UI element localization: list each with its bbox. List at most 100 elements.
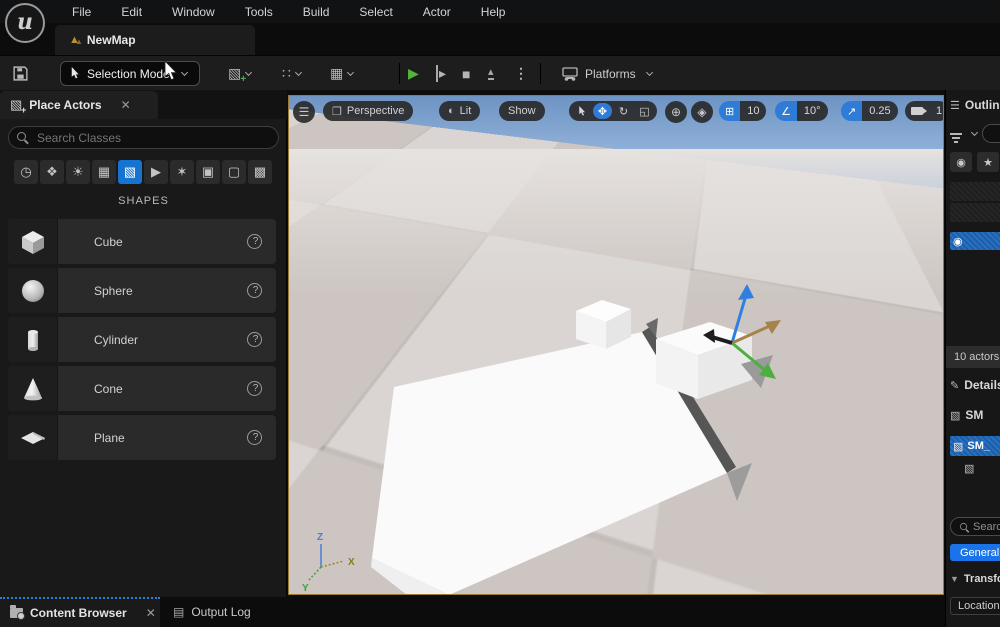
category-animation-icon[interactable]: ▶ <box>144 160 168 184</box>
show-dropdown[interactable]: Show <box>499 101 545 121</box>
outliner-row[interactable] <box>950 203 1000 222</box>
grid-snap-icon: ⊞ <box>719 101 741 121</box>
frame-skip-button[interactable]: ▸ <box>436 56 446 91</box>
details-search-input[interactable]: Search <box>950 517 1000 536</box>
surface-snapping-button[interactable]: ◈ <box>691 101 713 123</box>
output-log-icon: ▤ <box>173 605 185 619</box>
level-tab-label: NewMap <box>86 33 136 47</box>
save-button[interactable] <box>12 56 29 91</box>
menu-select[interactable]: Select <box>345 2 406 22</box>
level-viewport[interactable]: Z X Y ☰ ❐ Perspective ◐ Lit Show ✥ ↻ ◱ ⊕… <box>288 95 944 595</box>
category-basic-icon[interactable]: ❖ <box>40 160 64 184</box>
rotate-tool-button[interactable]: ↻ <box>614 103 633 119</box>
help-icon[interactable] <box>247 381 263 397</box>
scale-snap-control[interactable]: ↗ 0.25 <box>841 101 898 121</box>
chevron-down-icon[interactable] <box>970 128 979 136</box>
shape-item-cylinder[interactable]: Cylinder <box>8 317 276 362</box>
unreal-logo[interactable]: u <box>5 3 45 43</box>
shapes-section-label: SHAPES <box>118 195 169 207</box>
platforms-dropdown[interactable]: Platforms <box>562 56 653 91</box>
outliner-row-selected[interactable]: ◉ <box>950 232 1000 250</box>
shape-item-sphere[interactable]: Sphere <box>8 268 276 313</box>
viewport-options-button[interactable]: ☰ <box>293 101 315 123</box>
menu-tools[interactable]: Tools <box>231 2 287 22</box>
tab-newmap[interactable]: ▲ NewMap <box>55 25 255 55</box>
help-icon[interactable] <box>247 234 263 250</box>
general-button[interactable]: General <box>950 544 1000 561</box>
menu-actor[interactable]: Actor <box>409 2 465 22</box>
place-actors-tab-strip: ▧ Place Actors ✕ <box>0 90 287 119</box>
blueprints-button[interactable]: ∷ <box>282 56 302 91</box>
grid-snap-value: 10 <box>740 101 767 121</box>
close-icon[interactable]: ✕ <box>146 606 156 620</box>
close-icon[interactable]: ✕ <box>121 98 131 112</box>
lit-label: Lit <box>459 105 472 117</box>
menu-build[interactable]: Build <box>289 2 344 22</box>
static-mesh-label: SM <box>965 408 984 422</box>
help-icon[interactable] <box>247 332 263 348</box>
rotation-snap-control[interactable]: ∠ 10° <box>775 101 828 121</box>
shape-label: Sphere <box>94 283 133 298</box>
perspective-dropdown[interactable]: ❐ Perspective <box>323 101 414 121</box>
menu-edit[interactable]: Edit <box>107 2 156 22</box>
grid-snap-control[interactable]: ⊞ 10 <box>719 101 767 121</box>
category-all-classes-icon[interactable]: ▩ <box>248 160 272 184</box>
world-space-button[interactable]: ⊕ <box>665 101 687 123</box>
pinned-column-star-icon[interactable]: ★ <box>977 152 999 172</box>
selection-mode-dropdown[interactable]: Selection Mode <box>60 56 200 91</box>
camera-speed-value: 1 <box>929 101 943 121</box>
content-browser-tab[interactable]: Content Browser ✕ <box>0 597 160 627</box>
toolbar-separator <box>540 63 541 84</box>
filter-icon[interactable] <box>950 132 962 143</box>
outliner-title: Outliner <box>964 98 1000 112</box>
help-icon[interactable] <box>247 430 263 446</box>
category-cinematic-icon[interactable]: ▦ <box>92 160 116 184</box>
frame-skip-icon: ▸ <box>436 65 446 82</box>
menu-window[interactable]: Window <box>158 2 229 22</box>
help-icon[interactable] <box>247 283 263 299</box>
category-shapes-icon[interactable]: ▧ <box>118 160 142 184</box>
category-geometry-icon[interactable]: ▣ <box>196 160 220 184</box>
visibility-column-eye-icon[interactable]: ◉ <box>950 152 972 172</box>
menu-help[interactable]: Help <box>467 2 520 22</box>
shape-item-cube[interactable]: Cube <box>8 219 276 264</box>
perspective-icon: ❐ <box>332 105 342 118</box>
details-component-row-selected[interactable]: ▧ SM_ <box>950 436 1000 456</box>
category-visual-effects-icon[interactable]: ✶ <box>170 160 194 184</box>
details-root-row[interactable]: ▧ SM <box>950 408 983 422</box>
details-child-row[interactable]: ▧ <box>964 462 974 475</box>
menu-file[interactable]: File <box>58 2 105 22</box>
outliner-filter-row <box>950 124 1000 143</box>
camera-speed-control[interactable]: 1 <box>905 101 943 121</box>
static-mesh-icon: ▧ <box>964 463 975 475</box>
move-tool-button[interactable]: ✥ <box>593 103 612 119</box>
outliner-row[interactable] <box>950 182 1000 201</box>
shape-label: Plane <box>94 430 125 445</box>
select-tool-button[interactable] <box>572 103 591 119</box>
scale-snap-value: 0.25 <box>862 101 898 121</box>
shape-item-plane[interactable]: Plane <box>8 415 276 460</box>
play-button[interactable]: ▶ <box>408 56 419 91</box>
location-field[interactable]: Location <box>950 597 1000 615</box>
eye-icon[interactable]: ◉ <box>953 235 963 248</box>
eject-button[interactable]: ▴ <box>488 56 494 91</box>
details-tab[interactable]: ✎ Details <box>950 378 1000 392</box>
scale-tool-button[interactable]: ◱ <box>635 103 654 119</box>
outliner-search-input[interactable] <box>982 124 1000 143</box>
transform-section-header[interactable]: ▼ Transform <box>950 573 1000 585</box>
category-volumes-icon[interactable]: ▢ <box>222 160 246 184</box>
category-lights-icon[interactable]: ☀ <box>66 160 90 184</box>
cinematics-button[interactable]: ▦ <box>330 56 355 91</box>
shape-item-cone[interactable]: Cone <box>8 366 276 411</box>
outliner-column-header: ◉ ★ ▤ <box>950 152 1000 172</box>
play-options-button[interactable]: ⋮ <box>514 56 528 91</box>
add-actor-button[interactable]: ▧ <box>228 56 253 91</box>
stop-button[interactable]: ■ <box>462 56 470 91</box>
outliner-icon: ☰ <box>950 99 960 112</box>
place-actors-tab[interactable]: ▧ Place Actors ✕ <box>0 91 158 119</box>
search-classes-input[interactable] <box>8 126 279 149</box>
lit-dropdown[interactable]: ◐ Lit <box>439 101 481 121</box>
category-recently-placed-icon[interactable]: ◷ <box>14 160 38 184</box>
output-log-tab[interactable]: ▤ Output Log <box>163 597 251 627</box>
plane-thumbnail <box>8 415 58 460</box>
